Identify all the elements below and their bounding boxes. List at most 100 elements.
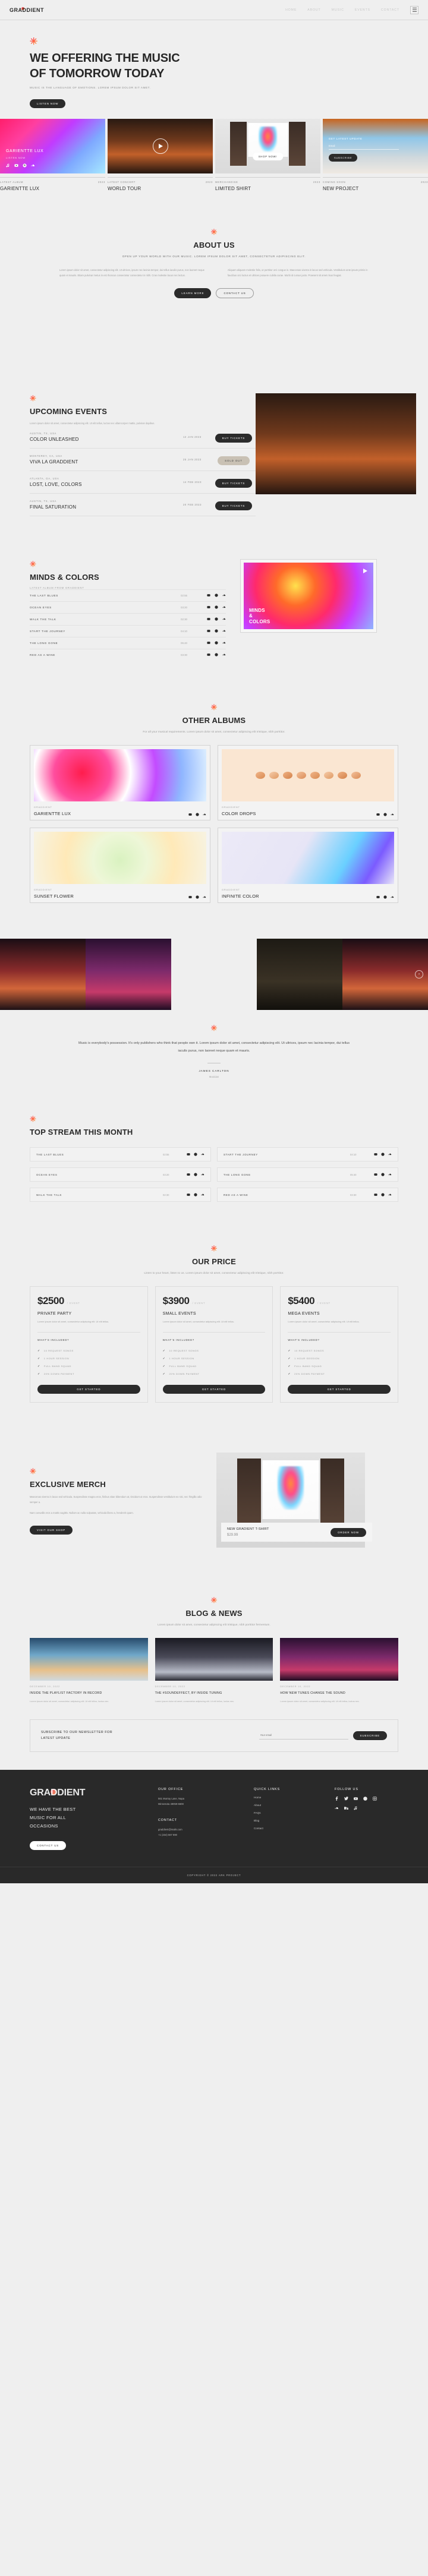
instagram-icon[interactable] [373, 1796, 377, 1801]
footer-email[interactable]: graddient@mails.com [158, 1827, 238, 1832]
soundcloud-icon[interactable] [203, 895, 206, 899]
blog-post[interactable]: DECEMBER 10, 2022 INSIDE THE PLAYLIST FA… [30, 1638, 148, 1704]
spotify-icon[interactable] [383, 813, 387, 816]
footer-link-blog[interactable]: Blog [254, 1819, 319, 1822]
youtube-icon[interactable] [187, 1193, 190, 1197]
soundcloud-icon[interactable] [203, 813, 206, 816]
soundcloud-icon[interactable] [31, 163, 35, 168]
dribbble-icon[interactable] [363, 1796, 367, 1801]
newsletter-subscribe-button[interactable]: SUBSCRIBE [353, 1731, 387, 1740]
hero-card-concert[interactable]: LATEST CONCERT 2023 WORLD TOUR [108, 118, 213, 191]
spotify-icon[interactable] [383, 895, 387, 899]
youtube-icon[interactable] [187, 1173, 190, 1176]
spotify-icon[interactable] [196, 895, 199, 899]
track-row[interactable]: THE LAST BLUES 02:55 [30, 589, 226, 601]
facebook-icon[interactable] [335, 1796, 339, 1801]
soundcloud-icon[interactable] [388, 1193, 392, 1197]
spotify-icon[interactable] [381, 1193, 385, 1197]
hero-card-merch[interactable]: SHOP NOW! MERCHANDISE 2023 LIMITED SHIRT [215, 118, 320, 191]
soundcloud-icon[interactable] [222, 629, 226, 633]
youtube-icon[interactable] [207, 629, 210, 633]
event-row[interactable]: MONTEREY, CA, USA VIVA LA GRADDIENT 25 J… [30, 449, 256, 471]
soundcloud-icon[interactable] [222, 617, 226, 621]
youtube-icon[interactable] [207, 605, 210, 609]
buy-tickets-button[interactable]: BUY TICKETS [215, 433, 253, 443]
play-icon[interactable] [152, 138, 168, 154]
youtube-icon[interactable] [187, 1153, 190, 1156]
nav-item-about[interactable]: ABOUT [307, 8, 320, 12]
stream-row[interactable]: THE LAST BLUES 02:55 [30, 1147, 211, 1162]
stream-row[interactable]: OCEAN EYES 03:20 [30, 1167, 211, 1182]
email-field[interactable]: Email [329, 144, 399, 150]
spotify-icon[interactable] [194, 1153, 197, 1157]
nav-item-music[interactable]: MUSIC [332, 8, 344, 12]
blog-post[interactable]: DECEMBER 10, 2022 THE #SOUNDEFFECT, BY I… [155, 1638, 273, 1704]
twitter-icon[interactable] [344, 1796, 348, 1801]
stream-row[interactable]: WALK THE TALK 02:30 [30, 1188, 211, 1202]
album-cover[interactable]: MINDS & COLORS [240, 558, 377, 633]
album-card[interactable]: GRADDIENT GARIENTTE LUX [30, 744, 210, 820]
spotify-icon[interactable] [215, 605, 218, 609]
soundcloud-icon[interactable] [391, 895, 394, 899]
event-row[interactable]: AUSTIN, TX, USA COLOR UNLEASHED 12 JAN 2… [30, 426, 256, 449]
track-row[interactable]: RED AS A WINE 03:30 [30, 648, 226, 661]
spotify-icon[interactable] [215, 641, 218, 645]
soundcloud-icon[interactable] [201, 1153, 204, 1156]
hamburger-icon[interactable] [410, 5, 418, 14]
learn-more-button[interactable]: LEARN MORE [174, 288, 212, 298]
track-row[interactable]: WALK THE TALK 02:30 [30, 613, 226, 625]
youtube-icon[interactable] [374, 1193, 377, 1197]
contact-us-button[interactable]: CONTACT US [216, 288, 254, 298]
track-row[interactable]: THE LONG GONE 05:40 [30, 636, 226, 649]
track-row[interactable]: START THE JOURNEY 04:10 [30, 624, 226, 637]
buy-tickets-button[interactable]: BUY TICKETS [215, 501, 253, 510]
event-row[interactable]: ATLANTA, GA, USA LOST, LOVE, COLORS 14 F… [30, 471, 256, 494]
footer-link-home[interactable]: Home [254, 1796, 319, 1799]
soundcloud-icon[interactable] [222, 594, 226, 597]
spotify-icon[interactable] [215, 617, 218, 621]
youtube-icon[interactable] [188, 813, 192, 816]
youtube-icon[interactable] [207, 617, 210, 621]
stream-row[interactable]: THE LONG GONE 05:40 [217, 1167, 398, 1182]
nav-item-events[interactable]: EVENTS [355, 8, 370, 12]
visit-shop-button[interactable]: VISIT OUR SHOP [30, 1525, 73, 1535]
footer-contact-button[interactable]: CONTACT US [30, 1841, 67, 1851]
nav-item-home[interactable]: HOME [285, 8, 297, 12]
play-icon[interactable] [363, 568, 367, 573]
blog-post[interactable]: DECEMBER 10, 2022 HOW NEW TUNES CHANGE T… [280, 1638, 398, 1704]
youtube-icon[interactable] [207, 594, 210, 597]
soundcloud-icon[interactable] [222, 605, 226, 609]
behance-icon[interactable] [344, 1806, 348, 1810]
spotify-icon[interactable] [194, 1173, 197, 1177]
soundcloud-icon[interactable] [335, 1806, 339, 1810]
footer-phone[interactable]: +1 (234) 567 890 [158, 1832, 238, 1838]
music-note-icon[interactable] [354, 1806, 358, 1810]
spotify-icon[interactable] [215, 629, 218, 633]
album-card[interactable]: GRADDIENT SUNSET FLOWER [30, 827, 210, 903]
buy-tickets-button[interactable]: BUY TICKETS [215, 478, 253, 488]
music-note-icon[interactable] [6, 163, 10, 168]
next-arrow-icon[interactable]: › [415, 970, 423, 978]
event-row[interactable]: AUSTIN, TX, USA FINAL SATURATION 20 FEB … [30, 494, 256, 516]
brand-logo[interactable]: GRADDIENT [10, 7, 44, 13]
shop-now-button[interactable]: SHOP NOW! [252, 152, 284, 160]
newsletter-email-input[interactable] [259, 1731, 348, 1740]
soundcloud-icon[interactable] [201, 1193, 204, 1197]
album-card[interactable]: GRADDIENT COLOR DROPS [218, 744, 398, 820]
track-row[interactable]: OCEAN EYES 03:20 [30, 601, 226, 613]
soundcloud-icon[interactable] [222, 641, 226, 645]
listen-now-button[interactable]: LISTEN NOW [30, 99, 66, 108]
youtube-icon[interactable] [354, 1797, 358, 1801]
spotify-icon[interactable] [194, 1193, 197, 1197]
subscribe-button[interactable]: SUBSCRIBE [329, 154, 358, 162]
footer-link-contact[interactable]: Contact [254, 1827, 319, 1830]
spotify-icon[interactable] [381, 1153, 385, 1157]
soundcloud-icon[interactable] [388, 1173, 392, 1176]
youtube-icon[interactable] [376, 813, 380, 816]
get-started-button[interactable]: GET STARTED [162, 1385, 266, 1394]
stream-row[interactable]: RED AS A WINE 03:30 [217, 1188, 398, 1202]
youtube-icon[interactable] [207, 641, 210, 645]
youtube-icon[interactable] [207, 653, 210, 656]
soundcloud-icon[interactable] [201, 1173, 204, 1176]
hero-card-project[interactable]: GET LATEST UPDATE Email SUBSCRIBE COMING… [323, 118, 428, 191]
